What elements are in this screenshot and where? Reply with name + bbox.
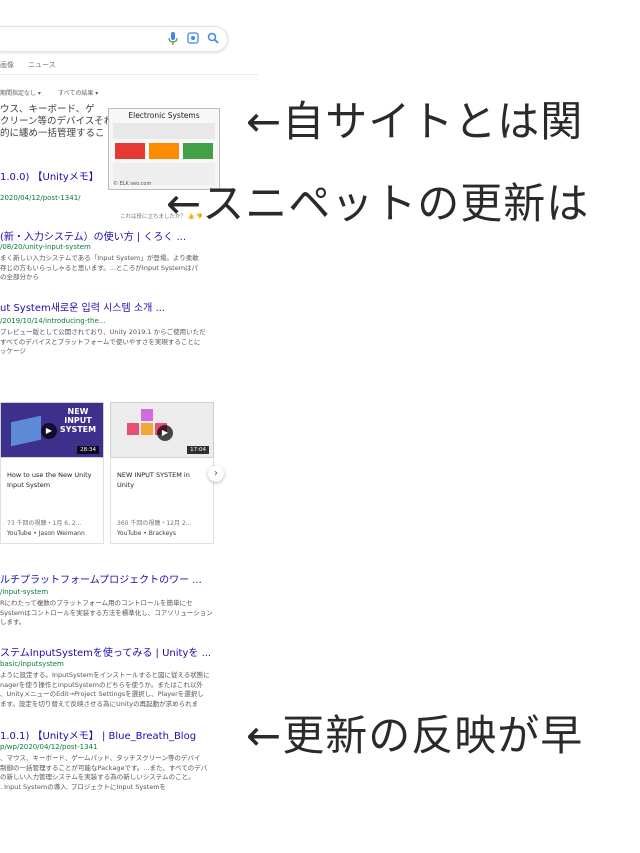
snippet-image-source: © ELK seo.com [113,181,152,187]
diagram-box-green [183,143,213,159]
tabs-divider [0,74,258,75]
result-1-desc: まく新しい入力システムである「Input System」が登場。より柔軟 存じの… [0,254,199,281]
search-icon[interactable] [206,32,220,46]
annotation-3: ←更新の反映が早 [246,711,584,760]
video-2-thumbnail[interactable]: ▶ 17:04 [110,402,214,458]
video-1-thumb-label: NEW INPUT SYSTEM [59,407,97,434]
mic-icon[interactable] [166,32,180,46]
video-1-meta: 73 千回の視聴・1月 6, 2... [7,520,82,527]
lens-icon[interactable] [186,32,200,46]
result-3-title[interactable]: ルチプラットフォームプロジェクトのワー ... [0,571,202,586]
result-5-url[interactable]: p/wp/2020/04/12/post-1341 [0,743,98,751]
video-2-card[interactable]: NEW INPUT SYSTEM in Unity 360 千回の視聴・12月 … [110,458,214,544]
video-1-card[interactable]: How to use the New Unity Input System 73… [0,458,104,544]
result-4-title[interactable]: ステムInputSystemを使ってみる | Unityを ... [0,644,211,659]
snippet-image-band [113,123,215,139]
result-4-url[interactable]: basic/inputsystem [0,660,64,668]
diagram-box-orange [149,143,179,159]
video-2-duration: 17:04 [187,446,209,454]
annotation-2: ←スニペットの更新は [166,179,590,228]
search-bar[interactable] [0,26,228,52]
video-1-thumbnail[interactable]: NEW INPUT SYSTEM ▶ 28:34 [0,402,104,458]
result-2-desc: プレビュー版として公開されており、Unity 2019.1 からご使用いただ す… [0,328,206,355]
tab-news[interactable]: ニュース [28,60,56,70]
snippet-url[interactable]: 2020/04/12/post-1341/ [0,194,81,202]
video-1-title[interactable]: How to use the New Unity Input System [7,470,91,490]
snippet-link[interactable]: 1.0.0) 【Unityメモ】 [0,168,99,183]
key-tile-orange [141,423,153,435]
snippet-image[interactable]: Electronic Systems © ELK seo.com [108,108,220,190]
play-icon[interactable]: ▶ [157,425,173,441]
result-1-title[interactable]: (新・入力システム）の使い方 | くろく ... [0,228,186,243]
key-tile-red [127,423,139,435]
tool-all-results[interactable]: すべての結果 ▾ [58,88,98,97]
tool-all-results-label: すべての結果 [58,90,94,97]
result-4-desc: ように設定する。InputSystemをインストールすると図に従える状態に na… [0,671,210,708]
snippet-text: ウス、キーボード、ゲ クリーン等のデバイスそれ 的に纏め一括管理するこ [0,104,114,139]
tab-images[interactable]: 画像 [0,60,14,70]
video-1-graphic [11,415,41,447]
diagram-box-red [115,143,145,159]
video-2-title[interactable]: NEW INPUT SYSTEM in Unity [117,470,190,490]
play-icon[interactable]: ▶ [41,423,57,439]
tool-period[interactable]: 期間指定なし ▾ [0,88,41,97]
result-1-url[interactable]: /08/20/unity-input-system [0,243,91,251]
key-tile-purple [141,409,153,421]
result-5-desc: 、マウス、キーボード、ゲームパッド、タッチスクリーン等のデバイ 制御の一括管理す… [0,754,208,791]
result-2-title[interactable]: ut System새로운 입력 시스템 소개 ... [0,299,165,314]
snippet-image-title: Electronic Systems [128,111,200,120]
video-2-source: YouTube • Brackeys [117,530,176,537]
result-3-url[interactable]: /input-system [0,588,48,596]
video-1-source: YouTube • Jason Weimann [7,530,85,537]
video-1-duration: 28:34 [77,446,99,454]
tool-period-label: 期間指定なし [0,90,37,97]
result-2-url[interactable]: /2019/10/14/introducing-the... [0,317,105,325]
annotation-1: ←自サイトとは関 [246,97,584,146]
result-5-title[interactable]: 1.0.1) 【Unityメモ】 | Blue_Breath_Blog [0,727,196,742]
result-3-desc: Rにわたって複数のプラットフォーム用のコントロールを簡単にセ Systemはコン… [0,599,213,626]
video-2-meta: 360 千回の視聴・12月 2... [117,520,192,527]
chevron-right-icon[interactable]: › [208,466,224,482]
